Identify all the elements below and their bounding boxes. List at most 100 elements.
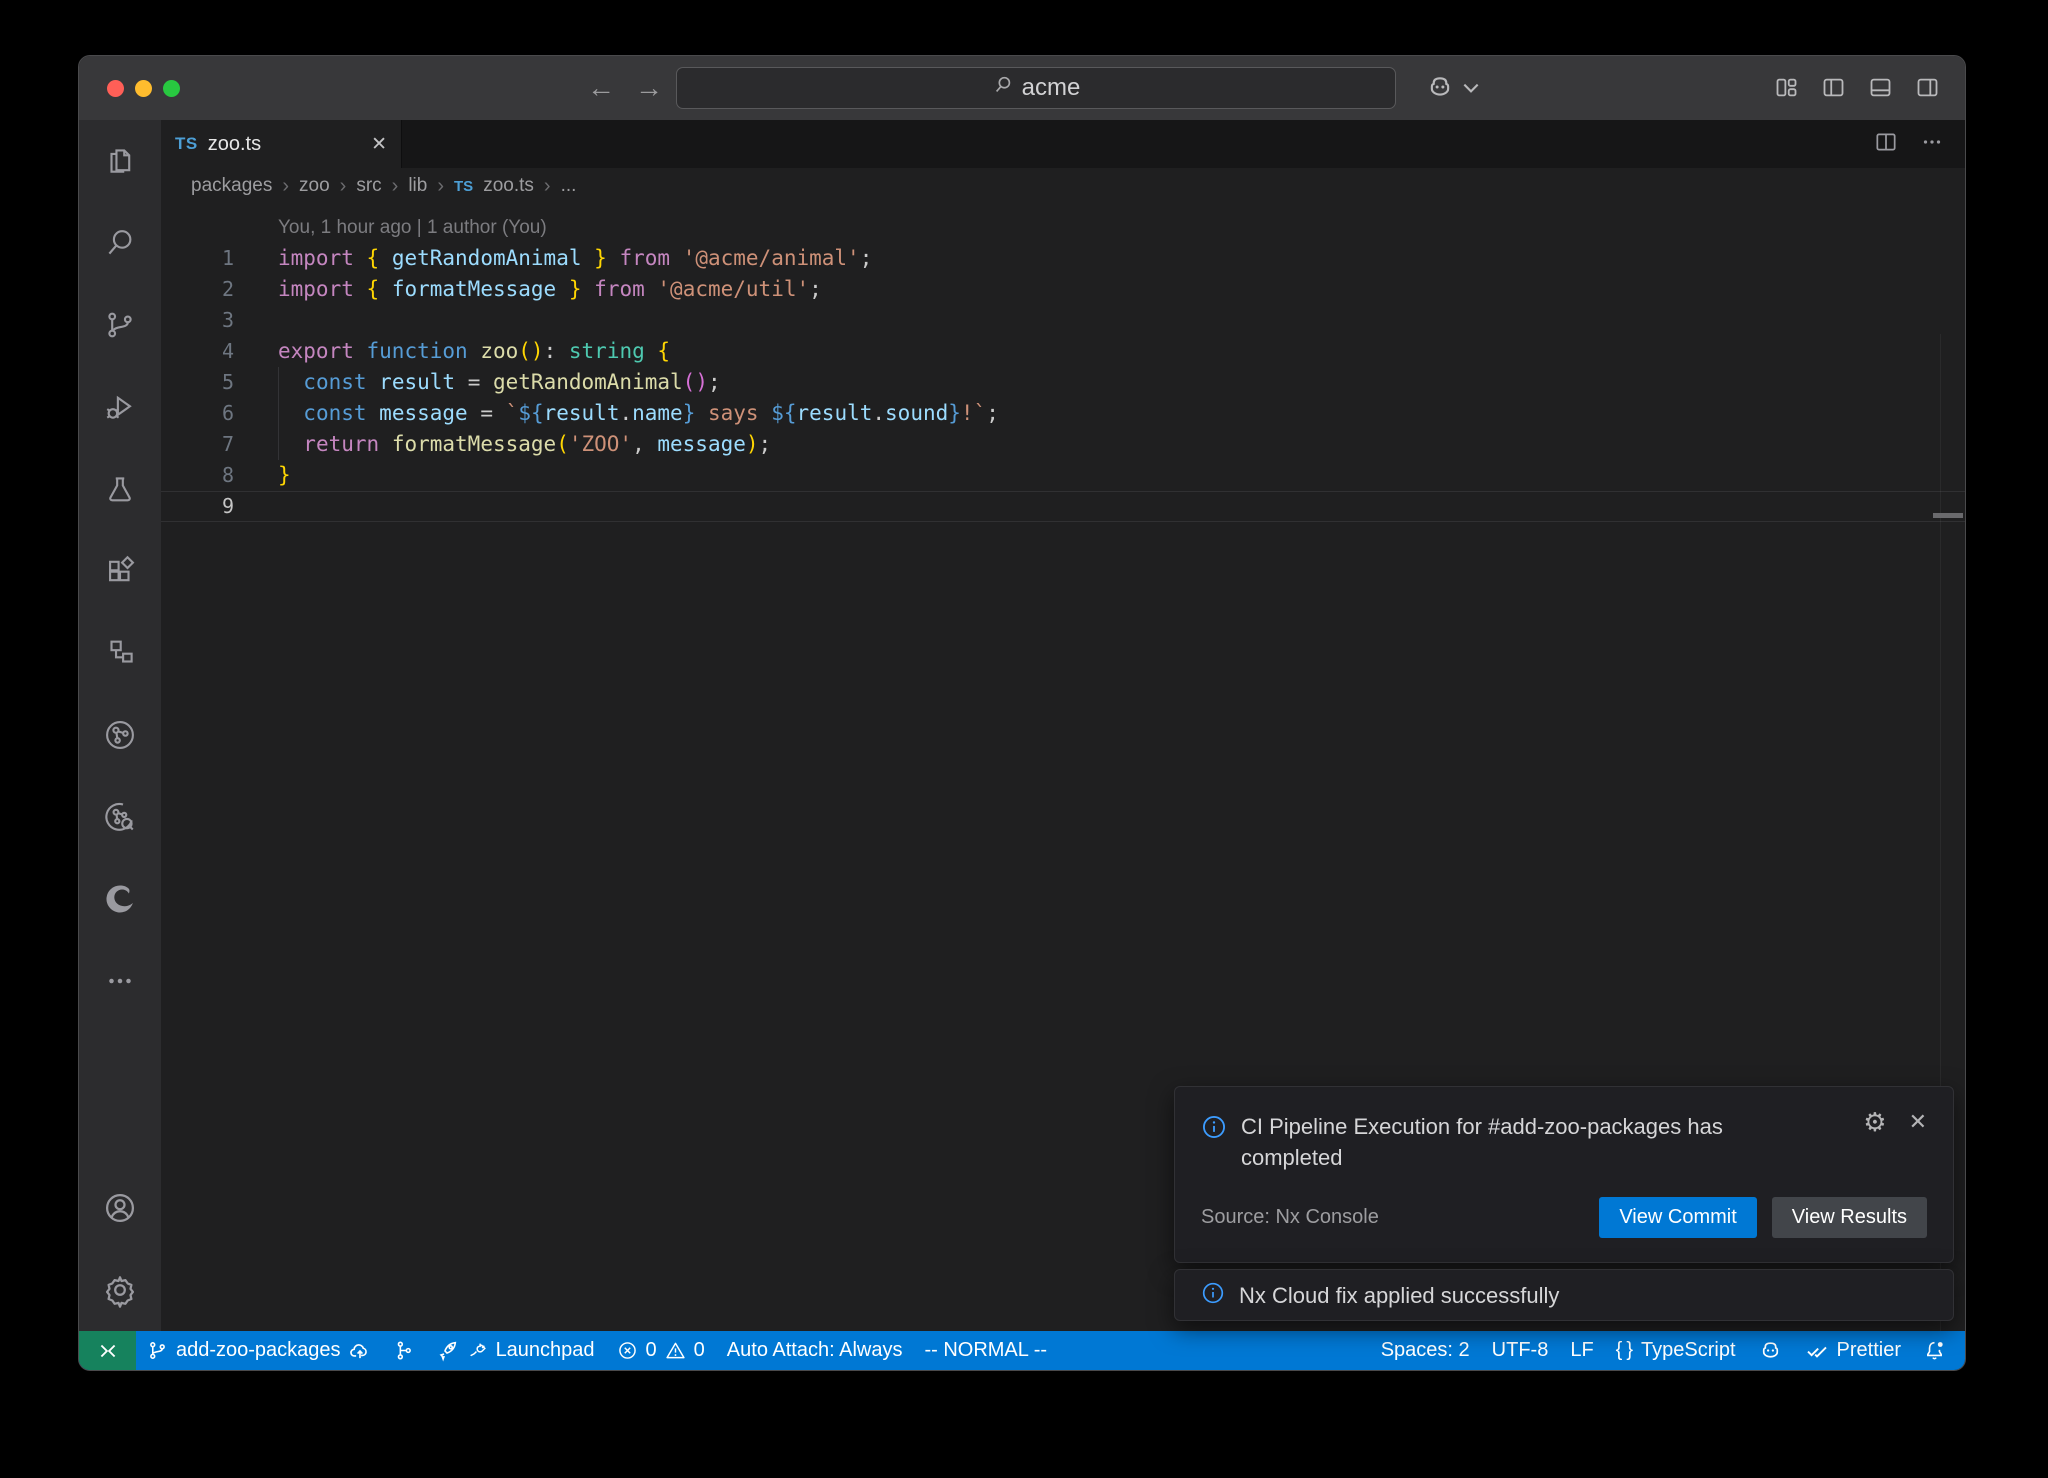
notification-message: CI Pipeline Execution for #add-zoo-packa… bbox=[1241, 1111, 1821, 1173]
code-line-6[interactable]: 6 const message = `${result.name} says $… bbox=[161, 398, 1965, 429]
edge-tools-icon[interactable] bbox=[79, 858, 161, 940]
nx-cloud-icon[interactable] bbox=[79, 776, 161, 858]
zoom-window-button[interactable] bbox=[163, 80, 180, 97]
extensions-icon[interactable] bbox=[79, 530, 161, 612]
auto-attach-label: Auto Attach: Always bbox=[727, 1339, 903, 1362]
info-icon bbox=[1201, 1281, 1225, 1310]
vscode-window: ← → acme bbox=[78, 55, 1966, 1371]
errors-icon bbox=[617, 1340, 638, 1361]
encoding-item[interactable]: UTF-8 bbox=[1481, 1331, 1560, 1370]
eol-item[interactable]: LF bbox=[1559, 1331, 1604, 1370]
spaces-label: Spaces: 2 bbox=[1381, 1339, 1470, 1362]
chevron-right-icon: › bbox=[392, 175, 399, 198]
run-and-debug-icon[interactable] bbox=[79, 366, 161, 448]
chevron-right-icon: › bbox=[544, 175, 551, 198]
commit-graph-item[interactable] bbox=[382, 1331, 425, 1370]
close-tab-icon[interactable]: ✕ bbox=[371, 133, 387, 156]
commit-graph-icon bbox=[393, 1340, 414, 1361]
code-line-9[interactable]: 9 bbox=[161, 491, 1965, 522]
code-line-1[interactable]: 1import { getRandomAnimal } from '@acme/… bbox=[161, 243, 1965, 274]
search-value: acme bbox=[1022, 74, 1081, 102]
more-actions-icon[interactable] bbox=[1919, 129, 1945, 160]
split-editor-icon[interactable] bbox=[1873, 129, 1899, 160]
activity-bar bbox=[79, 120, 161, 1331]
testing-icon[interactable] bbox=[79, 448, 161, 530]
problems-item[interactable]: 0 0 bbox=[606, 1331, 716, 1370]
language-label: TypeScript bbox=[1641, 1339, 1735, 1362]
chevron-right-icon: › bbox=[340, 175, 347, 198]
toggle-secondary-sidebar-icon[interactable] bbox=[1914, 74, 1941, 101]
code-line-4[interactable]: 4export function zoo(): string { bbox=[161, 336, 1965, 367]
search-icon[interactable] bbox=[79, 202, 161, 284]
breadcrumb-item-packages[interactable]: packages bbox=[191, 175, 272, 197]
notifications-bell-item[interactable] bbox=[1912, 1331, 1957, 1370]
code-line-7[interactable]: 7 return formatMessage('ZOO', message); bbox=[161, 429, 1965, 460]
toggle-panel-icon[interactable] bbox=[1867, 74, 1894, 101]
breadcrumb-item-lib[interactable]: lib bbox=[408, 175, 427, 197]
copilot-menu-button[interactable] bbox=[1425, 72, 1479, 107]
code-line-2[interactable]: 2import { formatMessage } from '@acme/ut… bbox=[161, 274, 1965, 305]
title-bar: ← → acme bbox=[79, 56, 1965, 120]
copilot-status-item[interactable] bbox=[1747, 1331, 1794, 1370]
settings-gear-icon[interactable] bbox=[79, 1249, 161, 1331]
remote-icon bbox=[97, 1340, 119, 1362]
notification-settings-gear-icon[interactable]: ⚙ bbox=[1863, 1109, 1886, 1135]
remote-indicator[interactable] bbox=[79, 1331, 136, 1370]
toggle-primary-sidebar-icon[interactable] bbox=[1820, 74, 1847, 101]
accounts-icon[interactable] bbox=[79, 1167, 161, 1249]
line-number: 8 bbox=[161, 460, 278, 491]
notification-close-icon[interactable]: ✕ bbox=[1909, 1109, 1927, 1135]
chevron-right-icon: › bbox=[437, 175, 444, 198]
plug-icon bbox=[467, 1340, 488, 1361]
publish-cloud-icon bbox=[349, 1340, 371, 1362]
language-mode-item[interactable]: { } TypeScript bbox=[1605, 1331, 1747, 1370]
code-line-3[interactable]: 3 bbox=[161, 305, 1965, 336]
more-views-icon[interactable] bbox=[79, 940, 161, 1022]
line-number: 7 bbox=[161, 429, 278, 460]
line-number: 5 bbox=[161, 367, 278, 398]
nx-console-icon[interactable] bbox=[79, 694, 161, 776]
rocket-icon bbox=[436, 1339, 459, 1362]
view-commit-button[interactable]: View Commit bbox=[1599, 1197, 1756, 1238]
customize-layout-icon[interactable] bbox=[1773, 74, 1800, 101]
eol-label: LF bbox=[1570, 1339, 1593, 1362]
vim-mode-label: -- NORMAL -- bbox=[924, 1339, 1047, 1362]
breadcrumb-item-file[interactable]: zoo.ts bbox=[483, 175, 534, 197]
chevron-down-icon bbox=[1463, 81, 1479, 99]
breadcrumb-item-zoo[interactable]: zoo bbox=[299, 175, 330, 197]
line-number: 2 bbox=[161, 274, 278, 305]
tab-bar: TS zoo.ts ✕ bbox=[161, 120, 1965, 168]
line-number: 4 bbox=[161, 336, 278, 367]
error-count: 0 bbox=[646, 1339, 657, 1362]
notification-message: Nx Cloud fix applied successfully bbox=[1239, 1280, 1559, 1311]
view-results-button[interactable]: View Results bbox=[1772, 1197, 1927, 1238]
breadcrumb-more[interactable]: ... bbox=[561, 175, 577, 197]
minimize-window-button[interactable] bbox=[135, 80, 152, 97]
breadcrumb-item-src[interactable]: src bbox=[356, 175, 381, 197]
bell-dot-icon bbox=[1923, 1339, 1946, 1362]
indentation-item[interactable]: Spaces: 2 bbox=[1370, 1331, 1481, 1370]
command-center-search[interactable]: acme bbox=[676, 67, 1396, 109]
navigate-forward-button[interactable]: → bbox=[631, 70, 667, 106]
close-window-button[interactable] bbox=[107, 80, 124, 97]
typescript-file-icon: TS bbox=[454, 178, 473, 195]
code-line-5[interactable]: 5 const result = getRandomAnimal(); bbox=[161, 367, 1965, 398]
code-line-8[interactable]: 8} bbox=[161, 460, 1965, 491]
navigate-back-button[interactable]: ← bbox=[583, 70, 619, 106]
warnings-icon bbox=[665, 1340, 686, 1361]
launchpad-item[interactable]: Launchpad bbox=[425, 1331, 606, 1370]
blame-annotation-row: You, 1 hour ago | 1 author (You) bbox=[161, 212, 1965, 243]
copilot-icon bbox=[1425, 72, 1455, 107]
explorer-icon[interactable] bbox=[79, 120, 161, 202]
vim-mode-item[interactable]: -- NORMAL -- bbox=[913, 1331, 1058, 1370]
launchpad-label: Launchpad bbox=[496, 1339, 595, 1362]
type-hierarchy-icon[interactable] bbox=[79, 612, 161, 694]
git-branch-icon bbox=[147, 1340, 168, 1361]
git-branch-item[interactable]: add-zoo-packages bbox=[136, 1331, 382, 1370]
line-number: 3 bbox=[161, 305, 278, 336]
formatter-item[interactable]: Prettier bbox=[1794, 1331, 1912, 1370]
source-control-icon[interactable] bbox=[79, 284, 161, 366]
auto-attach-item[interactable]: Auto Attach: Always bbox=[716, 1331, 914, 1370]
line-number: 6 bbox=[161, 398, 278, 429]
tab-zoo-ts[interactable]: TS zoo.ts ✕ bbox=[161, 120, 402, 168]
